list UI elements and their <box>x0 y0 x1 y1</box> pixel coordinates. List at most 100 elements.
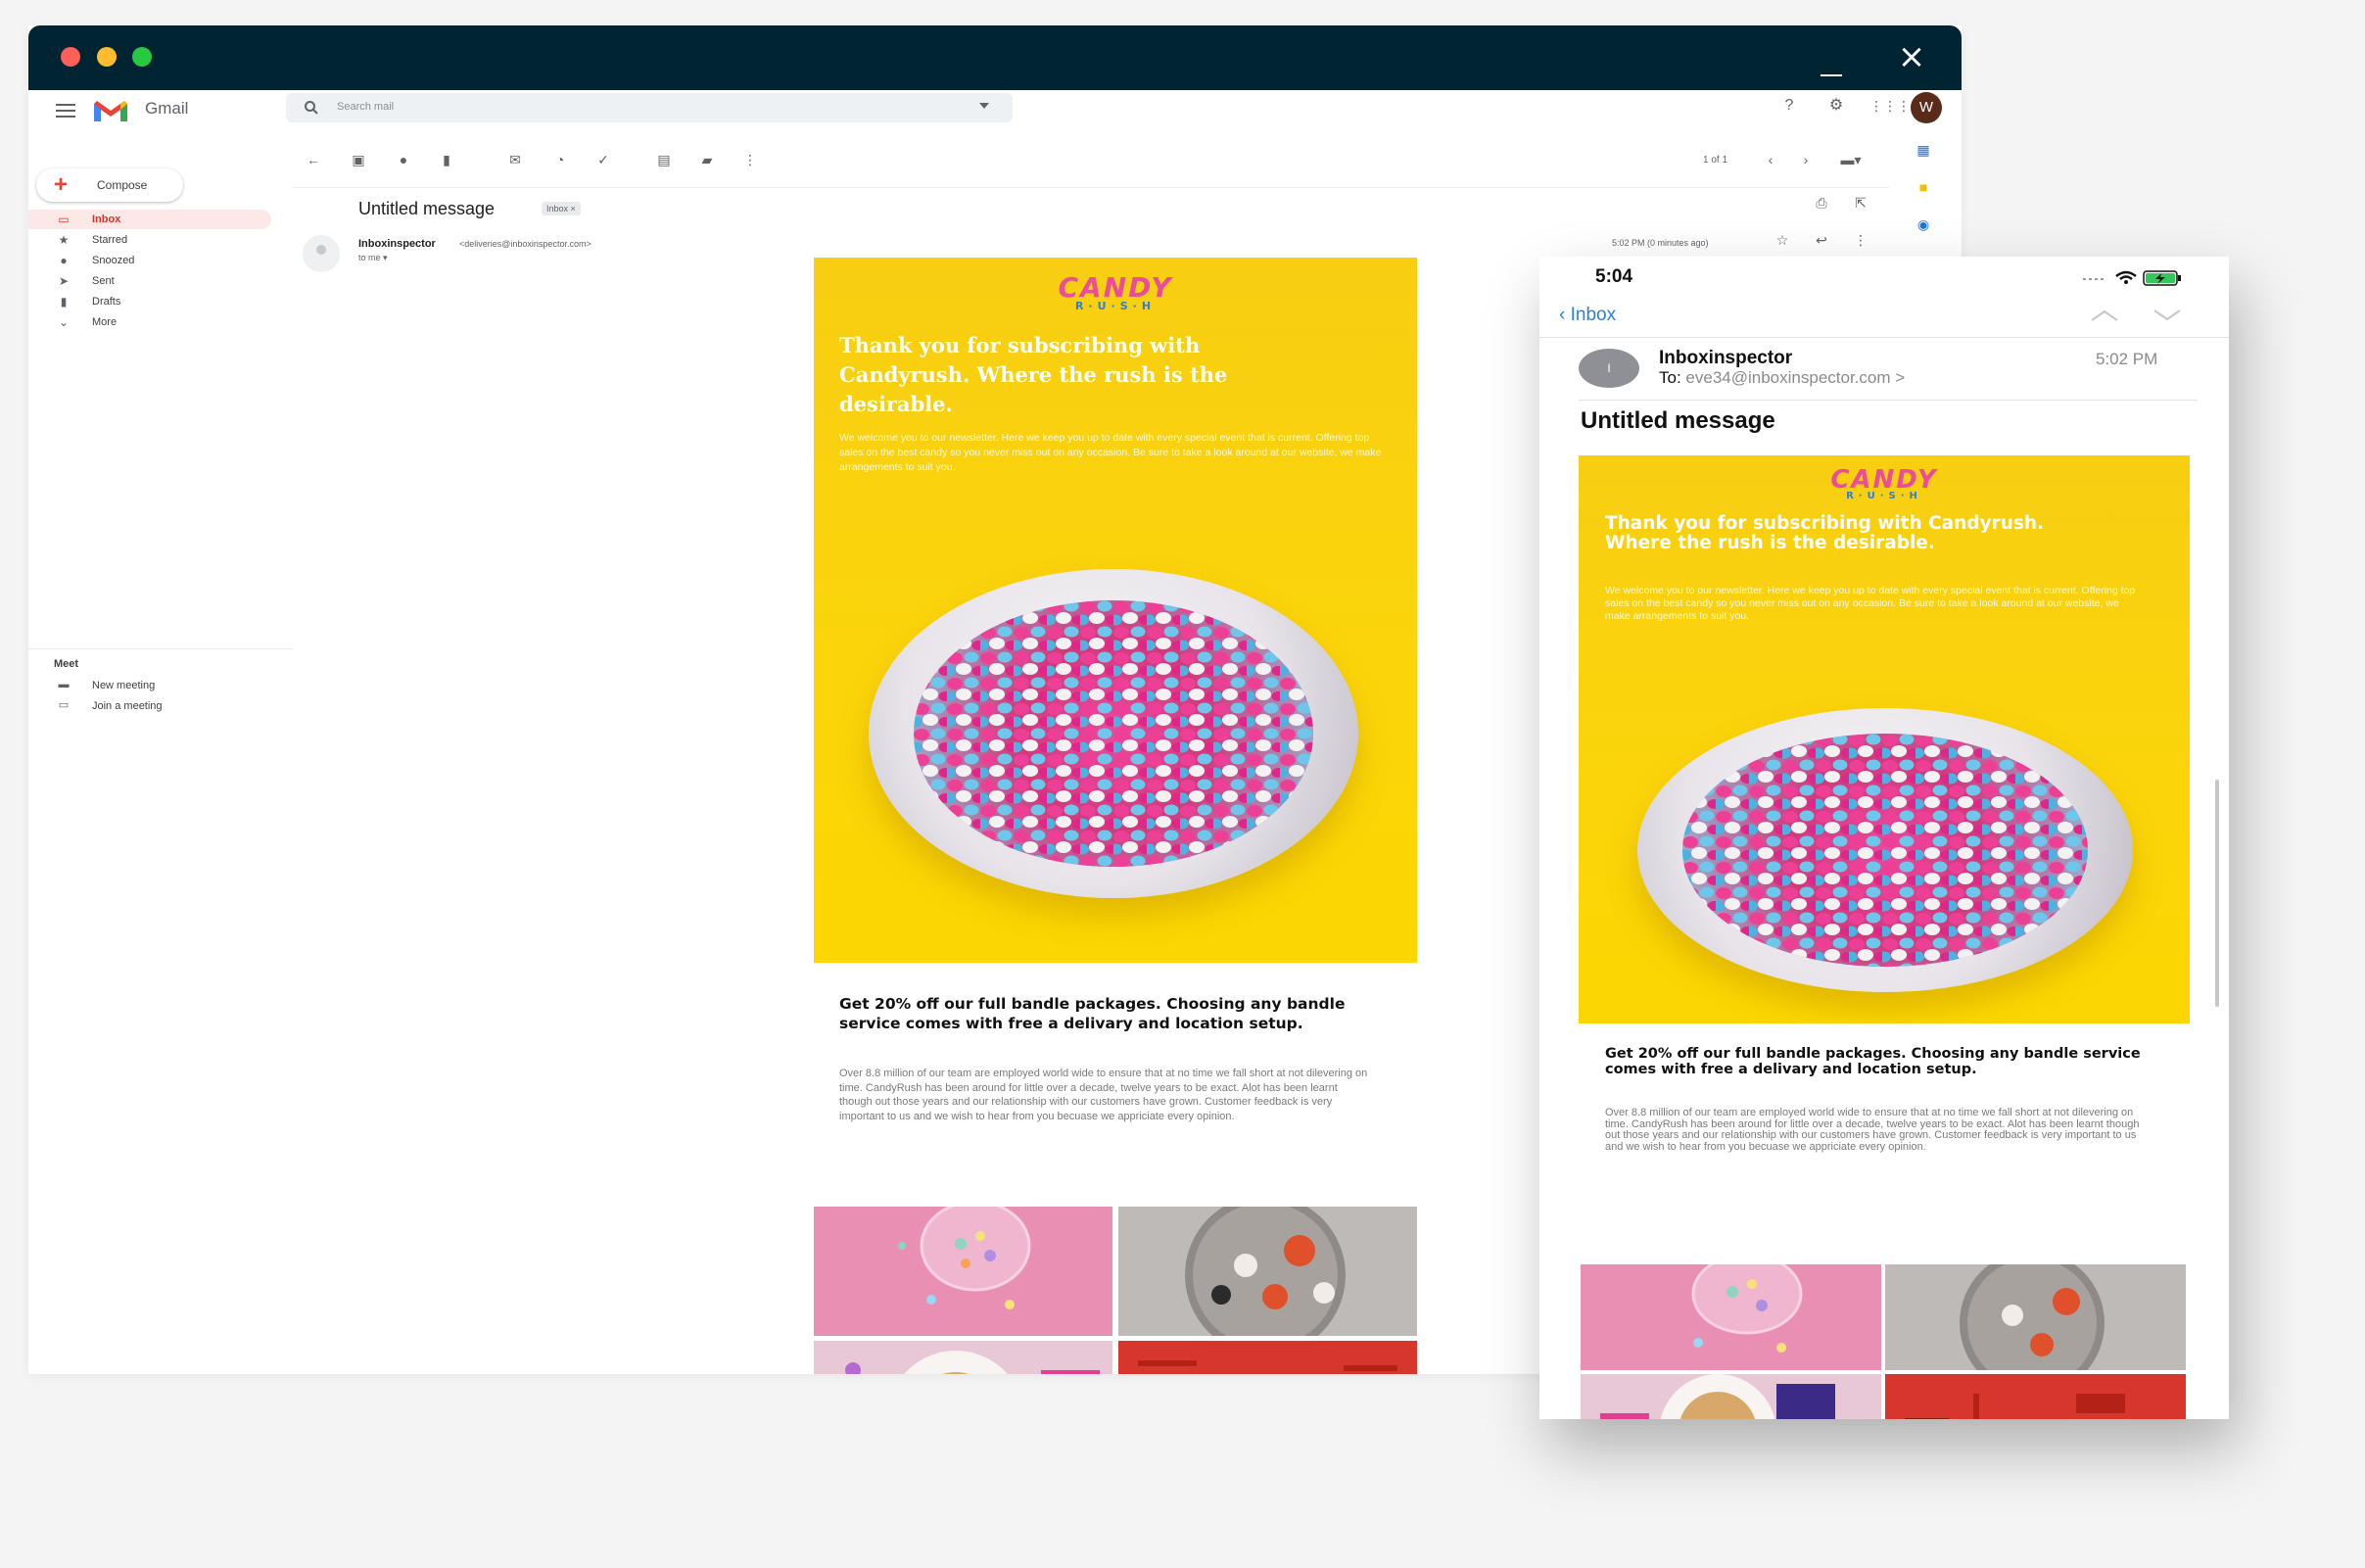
photo-cookie <box>814 1341 1112 1374</box>
delete-icon[interactable]: ▮ <box>438 151 455 168</box>
report-spam-icon[interactable]: ● <box>395 151 412 168</box>
settings-icon[interactable]: ⚙ <box>1826 96 1846 116</box>
join-meeting-item[interactable]: ▭ Join a meeting <box>28 696 271 716</box>
wifi-icon <box>2115 270 2137 284</box>
archive-icon[interactable]: ▣ <box>350 151 367 168</box>
recipient-line[interactable]: To: eve34@inboxinspector.com > <box>1659 368 1905 388</box>
mobile-mail-view: 5:04 ‹ Inbox I Inboxinspector To: eve34@… <box>1539 257 2229 1419</box>
help-icon[interactable]: ? <box>1779 96 1799 116</box>
candy-bowl-image <box>869 569 1358 898</box>
window-minimize-dot[interactable] <box>97 47 117 67</box>
label-icon[interactable]: ▰ <box>698 151 716 168</box>
header-divider <box>1579 400 2198 401</box>
hero-body: We welcome you to our newsletter. Here w… <box>839 432 1382 473</box>
account-avatar[interactable]: W <box>1911 92 1942 123</box>
sidebar-item-label: Drafts <box>92 296 121 308</box>
recipient-address: eve34@inboxinspector.com <box>1685 368 1891 387</box>
candy-bowl-fill <box>1682 734 2088 967</box>
signal-icon <box>2083 278 2104 280</box>
inbox-icon: ▭ <box>58 213 70 226</box>
photo-red-candy <box>1885 1374 2186 1419</box>
newsletter-hero: CANDY R·U·S·H Thank you for subscribing … <box>1579 455 2190 1023</box>
calendar-icon[interactable]: ▦ <box>1915 141 1932 159</box>
plus-icon: + <box>54 171 69 198</box>
add-task-icon[interactable]: ✓ <box>594 151 612 168</box>
sidebar-item-label: Inbox <box>92 214 121 225</box>
menu-icon[interactable] <box>56 104 75 118</box>
sender-email: <deliveries@inboxinspector.com> <box>459 239 591 249</box>
more-options-icon[interactable]: ⋮ <box>741 151 759 168</box>
sender-name: Inboxinspector <box>1659 348 1793 368</box>
newsletter-desktop: CANDY R·U·S·H Thank you for subscribing … <box>814 258 1417 1374</box>
minimize-icon[interactable] <box>1818 61 1847 80</box>
new-meeting-item[interactable]: ▬ New meeting <box>28 676 271 695</box>
meet-item-label: New meeting <box>92 680 156 691</box>
gmail-app-name: Gmail <box>145 99 189 118</box>
candy-rush-logo: CANDY R·U·S·H <box>1579 465 2190 501</box>
sidebar-item-inbox[interactable]: ▭ Inbox <box>28 210 271 229</box>
search-icon[interactable] <box>304 100 319 116</box>
more-vert-icon[interactable]: ⋮ <box>1852 231 1869 249</box>
photo-pink-candy <box>814 1207 1112 1336</box>
compose-button[interactable]: + Compose <box>36 168 183 202</box>
previous-message-icon[interactable] <box>2090 309 2119 321</box>
sidebar-divider <box>28 648 293 649</box>
back-arrow-icon[interactable]: ← <box>305 151 322 168</box>
newsletter-mobile: CANDY R·U·S·H Thank you for subscribing … <box>1579 455 2190 1419</box>
search-bar[interactable]: Search mail <box>286 93 1013 122</box>
older-chevron-icon[interactable]: › <box>1797 151 1815 168</box>
sender-avatar: I <box>1579 349 1639 388</box>
about-paragraph: Over 8.8 million of our team are employe… <box>839 1068 1368 1122</box>
logo-sub-text: R·U·S·H <box>1846 491 1922 501</box>
message-toolbar: ← ▣ ● ▮ ✉ ◔ ✓ ▤ ▰ ⋮ 1 of 1 ‹ › ▬▾ <box>293 139 1889 188</box>
candy-bowl-fill <box>914 600 1313 867</box>
print-icon[interactable]: ⎙ <box>1813 194 1830 212</box>
mark-unread-icon[interactable]: ✉ <box>506 151 524 168</box>
sidebar-item-snoozed[interactable]: ● Snoozed <box>28 251 271 270</box>
candy-bowl-image <box>1637 708 2133 992</box>
sidebar-item-sent[interactable]: ➤ Sent <box>28 271 271 291</box>
back-label: Inbox <box>1570 305 1617 325</box>
back-to-inbox-button[interactable]: ‹ Inbox <box>1559 305 1616 326</box>
sidebar-item-more[interactable]: ⌄ More <box>28 312 271 332</box>
meet-section-title: Meet <box>54 658 79 670</box>
offer-heading: Get 20% off our full bandle packages. Ch… <box>1605 1046 2141 1077</box>
photo-pink-candy <box>1581 1264 1881 1370</box>
reply-icon[interactable]: ↩ <box>1813 231 1830 249</box>
sidebar-item-drafts[interactable]: ▮ Drafts <box>28 292 271 311</box>
sidebar-item-label: Sent <box>92 275 115 287</box>
star-icon[interactable]: ☆ <box>1774 231 1791 249</box>
inbox-label-chip[interactable]: Inbox × <box>542 202 581 215</box>
sidebar-item-starred[interactable]: ★ Starred <box>28 230 271 250</box>
next-message-icon[interactable] <box>2152 309 2182 321</box>
hero-title: Thank you for subscribing with Candyrush… <box>1605 513 2045 553</box>
photo-grey-plate <box>1885 1264 2186 1370</box>
search-options-icon[interactable] <box>979 103 989 109</box>
newer-chevron-icon[interactable]: ‹ <box>1762 151 1779 168</box>
message-time: 5:02 PM (0 minutes ago) <box>1612 238 1709 248</box>
keep-icon[interactable]: ■ <box>1915 178 1932 196</box>
sender-name: Inboxinspector <box>358 238 436 250</box>
recipient-to-me[interactable]: to me ▾ <box>358 253 388 263</box>
compose-label: Compose <box>97 178 148 192</box>
photo-grey-plate <box>1118 1207 1417 1336</box>
status-bar-time: 5:04 <box>1595 266 1633 287</box>
photo-cookie <box>1581 1374 1881 1419</box>
window-maximize-dot[interactable] <box>132 47 152 67</box>
photo-red-candy <box>1118 1341 1417 1374</box>
about-paragraph: Over 8.8 million of our team are employe… <box>1605 1107 2140 1153</box>
input-tools-icon[interactable]: ▬▾ <box>1836 151 1866 168</box>
close-icon[interactable]: × <box>1897 40 1926 73</box>
open-new-window-icon[interactable]: ⇱ <box>1852 194 1869 212</box>
move-to-icon[interactable]: ▤ <box>655 151 673 168</box>
offer-heading: Get 20% off our full bandle packages. Ch… <box>839 995 1346 1032</box>
window-close-dot[interactable] <box>61 47 80 67</box>
label-chip-text: Inbox <box>546 204 569 214</box>
apps-grid-icon[interactable]: ⋮⋮⋮ <box>1869 96 1911 116</box>
snooze-icon[interactable]: ◔ <box>551 151 569 168</box>
search-input[interactable]: Search mail <box>337 101 394 113</box>
gmail-logo-icon <box>94 101 127 121</box>
tasks-icon[interactable]: ◉ <box>1915 215 1932 233</box>
scrollbar[interactable] <box>2215 780 2219 1007</box>
gmail-header: Gmail Search mail ? ⚙ ⋮⋮⋮ W <box>28 90 1962 139</box>
